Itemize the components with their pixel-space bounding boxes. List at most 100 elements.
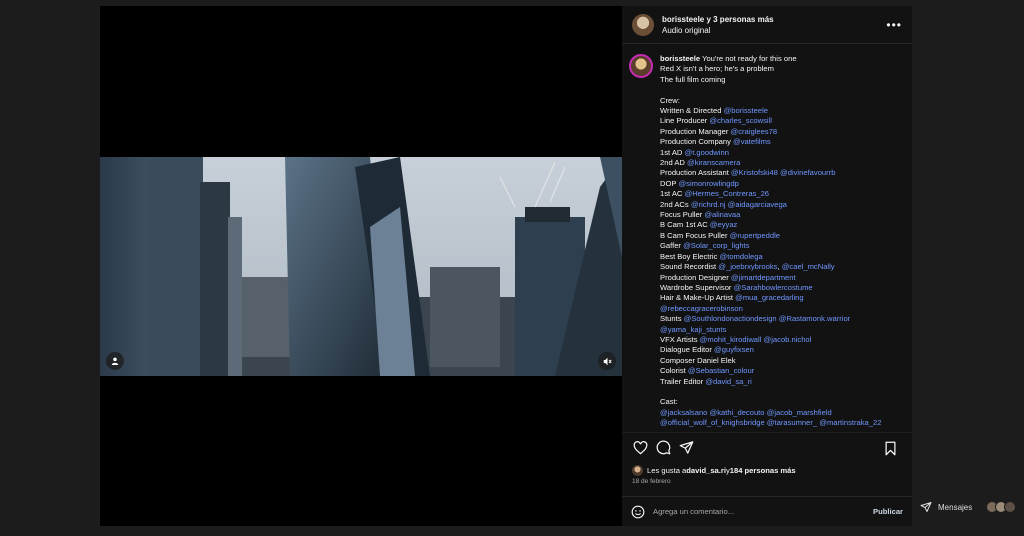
- caption-line: B Cam 1st AC @eyyaz: [660, 220, 902, 230]
- likes-prefix: Les gusta a: [647, 465, 687, 475]
- caption-line: Dialogue Editor @guyfixsen: [660, 345, 902, 355]
- messages-label: Mensajes: [938, 502, 973, 512]
- caption-text-segment: 1st AC: [660, 189, 685, 199]
- likes-summary[interactable]: Les gusta a david_sa.ri y 184 personas m…: [622, 462, 912, 478]
- caption-text-segment: Best Boy Electric: [660, 251, 720, 261]
- caption-line: @official_wolf_of_knighsbridge @tarasumn…: [660, 418, 902, 428]
- mention-link[interactable]: @Solar_corp_lights: [683, 241, 749, 250]
- likes-count[interactable]: 184 personas más: [730, 466, 796, 475]
- caption-text-segment: Red X isn't a hero; he's a problem: [660, 64, 774, 74]
- mention-link[interactable]: @aidagarciavega: [728, 200, 787, 209]
- caption-text-segment: Cast:: [660, 397, 678, 407]
- mention-link[interactable]: @kathi_decouto: [710, 408, 765, 417]
- caption-line: Stunts @Southlondonactiondesign @Rastamo…: [660, 314, 902, 324]
- mention-link[interactable]: @vatefilms: [733, 137, 771, 146]
- comment-button[interactable]: [654, 439, 672, 457]
- audio-label[interactable]: Audio original: [662, 25, 774, 36]
- caption-text-segment: 2nd AD: [660, 158, 688, 168]
- caption-line: 1st AD @t.goodwinn: [660, 148, 902, 158]
- mention-link[interactable]: @_joebrxybrooks: [718, 262, 777, 271]
- mention-link[interactable]: @rebeccagracerobinson: [660, 304, 743, 313]
- caption-text-segment: Dialogue Editor: [660, 345, 715, 355]
- avatar: [1004, 501, 1016, 513]
- caption-text-segment: B Cam 1st AC: [660, 220, 710, 230]
- mention-link[interactable]: @Rastamonk.warrior: [779, 314, 850, 323]
- caption-text-segment: Crew:: [660, 95, 680, 105]
- mention-link[interactable]: @charles_scowsill: [709, 116, 772, 125]
- mention-link[interactable]: @cael_mcNally: [782, 262, 835, 271]
- video-player[interactable]: [100, 157, 622, 376]
- mention-link[interactable]: @jacob.nichol: [764, 335, 812, 344]
- caption-text-segment: Wardrobe Supervisor: [660, 282, 734, 292]
- caption-line: Production Manager @craiglees78: [660, 127, 902, 137]
- messages-button[interactable]: Mensajes: [912, 495, 1024, 519]
- heart-icon: [633, 440, 647, 454]
- caption-username[interactable]: borissteele: [660, 54, 700, 63]
- caption-line: Production Company @vatefilms: [660, 137, 902, 147]
- caption-scroll-area[interactable]: borissteele You're not ready for this on…: [622, 44, 912, 432]
- caption-text-segment: Production Manager: [660, 126, 731, 136]
- user-tag-button[interactable]: [106, 352, 124, 370]
- mention-link[interactable]: @eyyaz: [710, 220, 738, 229]
- mute-button[interactable]: [598, 352, 616, 370]
- mention-link[interactable]: @craiglees78: [731, 127, 778, 136]
- caption-text-segment: DOP: [660, 178, 679, 188]
- author-names[interactable]: borissteele y 3 personas más: [662, 14, 774, 25]
- mention-link[interactable]: @Sebastian_colour: [688, 366, 754, 375]
- mention-link[interactable]: @t.goodwinn: [684, 148, 728, 157]
- caption-line: Wardrobe Supervisor @Sarahbowlercostume: [660, 283, 902, 293]
- save-button[interactable]: [881, 439, 899, 457]
- mention-link[interactable]: @divinefavourrb: [780, 168, 835, 177]
- share-icon: [679, 441, 693, 454]
- mention-link[interactable]: @borissteele: [724, 106, 768, 115]
- caption-line: @yama_kaji_stunts: [660, 325, 902, 335]
- mention-link[interactable]: @yama_kaji_stunts: [660, 325, 726, 334]
- mention-link[interactable]: @guyfixsen: [714, 345, 754, 354]
- caption-line: VFX Artists @mohit_kirodiwall @jacob.nic…: [660, 335, 902, 345]
- comment-input[interactable]: Agrega un comentario...: [653, 507, 873, 516]
- mention-link[interactable]: @simonrowlingdp: [678, 179, 738, 188]
- mention-link[interactable]: @tomdolega: [720, 252, 763, 261]
- mention-link[interactable]: @mua_gracedarling: [735, 293, 804, 302]
- caption-line: Composer Daniel Elek: [660, 356, 902, 366]
- mention-link[interactable]: @Kristofski48: [731, 168, 778, 177]
- caption-line: B Cam Focus Puller @rupertpeddle: [660, 231, 902, 241]
- mention-link[interactable]: @martinstraka_22: [819, 418, 881, 427]
- mention-link[interactable]: @rupertpeddle: [730, 231, 780, 240]
- mention-link[interactable]: @richrd.nj: [691, 200, 726, 209]
- caption-line: Hair & Make-Up Artist @mua_gracedarling: [660, 293, 902, 303]
- caption-line: Colorist @Sebastian_colour: [660, 366, 902, 376]
- mention-link[interactable]: @Southlondonactiondesign: [684, 314, 777, 323]
- likes-user[interactable]: david_sa.ri: [686, 466, 726, 475]
- mention-link[interactable]: @jacksalsano: [660, 408, 707, 417]
- caption-line: Best Boy Electric @tomdolega: [660, 252, 902, 262]
- like-button[interactable]: [631, 439, 649, 457]
- mention-link[interactable]: @official_wolf_of_knighsbridge: [660, 418, 765, 427]
- liker-avatar: [632, 464, 643, 476]
- caption-text-segment: Colorist: [660, 366, 688, 376]
- mention-link[interactable]: @mohit_kirodiwall: [700, 335, 762, 344]
- mention-link[interactable]: @kiranscamera: [687, 158, 740, 167]
- mention-link[interactable]: @david_sa_ri: [705, 377, 752, 386]
- messages-avatars: [986, 501, 1016, 513]
- post-date[interactable]: 18 de febrero: [622, 478, 912, 496]
- mention-link[interactable]: @jacob_marshfield: [767, 408, 832, 417]
- caption-line: [660, 387, 902, 397]
- caption-author-avatar[interactable]: [629, 54, 653, 78]
- author-info: borissteele y 3 personas más Audio origi…: [662, 14, 774, 36]
- post-comment-button[interactable]: Publicar: [873, 507, 903, 516]
- comment-icon: [656, 440, 670, 455]
- mention-link[interactable]: @Sarahbowlercostume: [734, 283, 813, 292]
- mention-link[interactable]: @jimartdepartment: [731, 273, 796, 282]
- mention-link[interactable]: @Hermes_Contreras_26: [684, 189, 769, 198]
- mention-link[interactable]: @tarasumner_: [767, 418, 817, 427]
- caption-line: Line Producer @charles_scowsill: [660, 116, 902, 126]
- emoji-icon[interactable]: [631, 505, 645, 519]
- caption-text-segment: Composer Daniel Elek: [660, 355, 736, 365]
- caption-line: The full film coming: [660, 75, 902, 85]
- share-button[interactable]: [677, 439, 695, 457]
- caption-line: Crew:: [660, 96, 902, 106]
- author-avatar[interactable]: [632, 13, 654, 36]
- mention-link[interactable]: @alinavaa: [704, 210, 740, 219]
- more-options-button[interactable]: •••: [886, 18, 902, 32]
